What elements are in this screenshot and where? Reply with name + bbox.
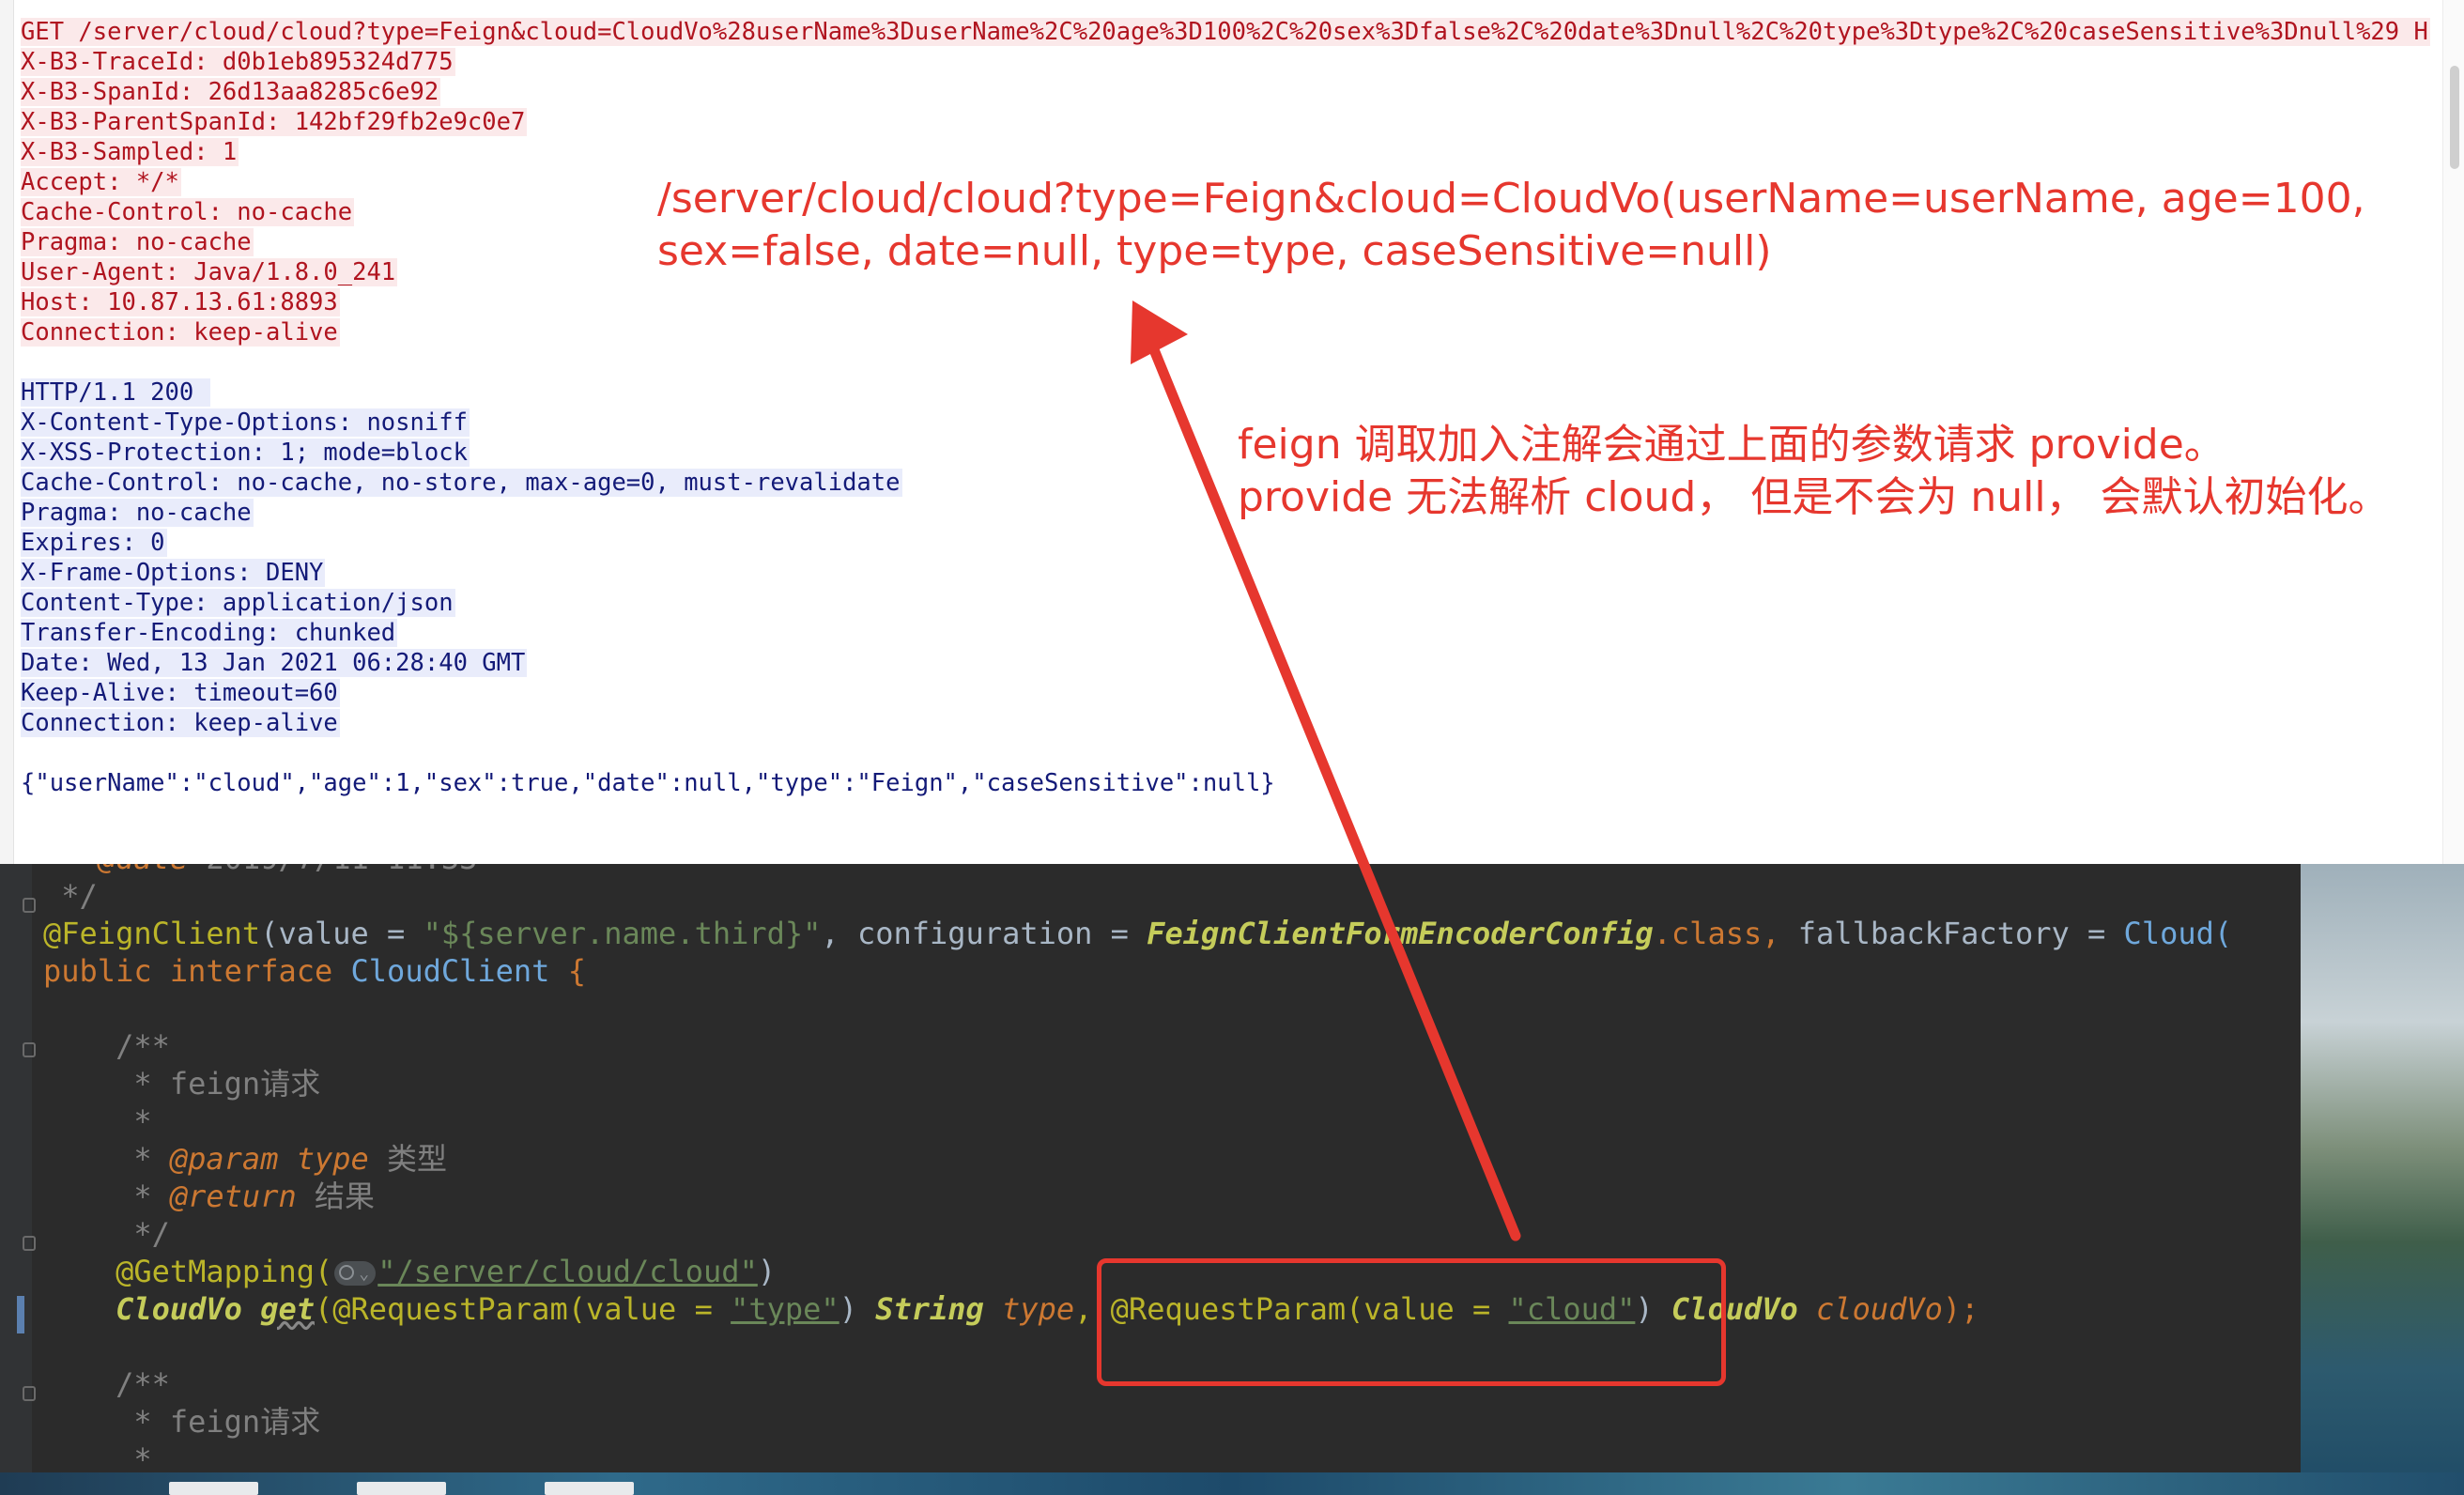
annotation-arrow [1131, 301, 1521, 1241]
arrow-shaft [1147, 342, 1521, 1241]
